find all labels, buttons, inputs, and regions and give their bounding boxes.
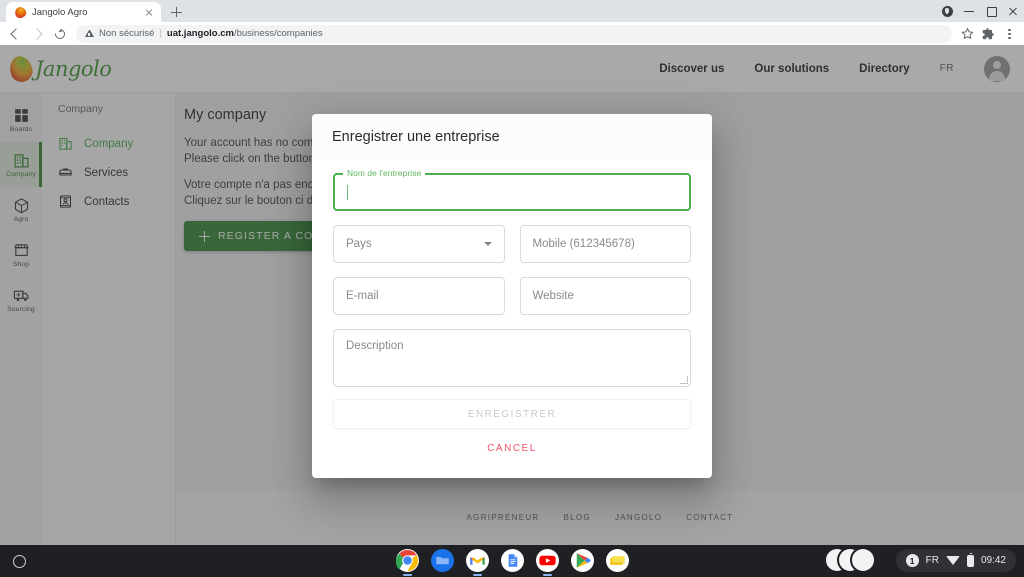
email-website-row: E-mail Website xyxy=(333,277,691,315)
mobile-placeholder: Mobile (612345678) xyxy=(533,238,635,250)
dialog-title: Enregistrer une entreprise xyxy=(312,114,712,159)
register-company-dialog: Enregistrer une entreprise Nom de l'entr… xyxy=(312,114,712,478)
ime-language-label[interactable]: FR xyxy=(926,555,939,566)
text-caret xyxy=(347,185,348,200)
dialog-form: Nom de l'entreprise Pays Mobile (6123456… xyxy=(312,159,712,454)
email-input[interactable]: E-mail xyxy=(333,277,505,315)
country-select[interactable]: Pays xyxy=(333,225,505,263)
keep-icon[interactable] xyxy=(606,549,629,572)
clock-time[interactable]: 09:42 xyxy=(981,555,1006,566)
browser-toolbar: Non sécurisé | uat.jangolo.cm/business/c… xyxy=(0,22,1024,45)
reload-icon[interactable] xyxy=(50,24,70,44)
close-icon[interactable] xyxy=(142,6,155,19)
submit-button[interactable]: ENREGISTRER xyxy=(333,399,691,429)
description-textarea[interactable]: Description xyxy=(333,329,691,387)
system-tray[interactable]: 1 FR 09:42 xyxy=(896,549,1016,572)
minimize-icon[interactable] xyxy=(958,0,980,22)
url-path: /business/companies xyxy=(234,28,323,39)
arrow-forward-icon[interactable] xyxy=(28,24,48,44)
email-placeholder: E-mail xyxy=(346,290,379,302)
profile-shield-icon[interactable] xyxy=(936,0,958,22)
website-input[interactable]: Website xyxy=(520,277,692,315)
warning-triangle-icon xyxy=(85,30,94,37)
maximize-icon[interactable] xyxy=(980,0,1002,22)
mobile-input[interactable]: Mobile (612345678) xyxy=(520,225,692,263)
wifi-icon[interactable] xyxy=(946,556,960,565)
play-store-icon[interactable] xyxy=(571,549,594,572)
docs-icon[interactable] xyxy=(501,549,524,572)
youtube-icon[interactable] xyxy=(536,549,559,572)
country-mobile-row: Pays Mobile (612345678) xyxy=(333,225,691,263)
chevron-down-icon xyxy=(484,242,492,246)
mango-favicon xyxy=(15,7,26,18)
notification-count-badge[interactable]: 1 xyxy=(906,554,919,567)
description-placeholder: Description xyxy=(346,340,404,352)
window-preview-stack[interactable] xyxy=(835,549,874,571)
tab-strip: Jangolo Agro xyxy=(0,0,1024,22)
browser-window: Jangolo Agro Non sécurisé | uat.jangolo.… xyxy=(0,0,1024,545)
gmail-icon[interactable] xyxy=(466,549,489,572)
company-name-field[interactable]: Nom de l'entreprise xyxy=(333,173,691,211)
country-placeholder: Pays xyxy=(346,238,372,250)
arrow-back-icon[interactable] xyxy=(6,24,26,44)
chromeos-shelf: 1 FR 09:42 xyxy=(0,545,1024,576)
company-name-label: Nom de l'entreprise xyxy=(343,168,425,178)
tab-title: Jangolo Agro xyxy=(32,7,136,18)
chrome-icon[interactable] xyxy=(396,549,419,572)
address-bar[interactable]: Non sécurisé | uat.jangolo.cm/business/c… xyxy=(76,25,952,43)
cancel-button[interactable]: CANCEL xyxy=(333,443,691,454)
website-placeholder: Website xyxy=(533,290,574,302)
menu-kebab-icon[interactable] xyxy=(1000,24,1018,44)
url-host: uat.jangolo.cm xyxy=(167,28,234,39)
browser-tab[interactable]: Jangolo Agro xyxy=(6,2,161,22)
battery-icon[interactable] xyxy=(967,555,974,567)
window-controls xyxy=(936,0,1024,22)
bookmark-star-icon[interactable] xyxy=(958,25,976,43)
omnibox-separator: | xyxy=(159,28,161,39)
extensions-puzzle-icon[interactable] xyxy=(978,24,998,44)
close-icon[interactable] xyxy=(1002,0,1024,22)
security-label: Non sécurisé xyxy=(99,28,154,39)
files-icon[interactable] xyxy=(431,549,454,572)
new-tab-button[interactable] xyxy=(165,2,187,22)
